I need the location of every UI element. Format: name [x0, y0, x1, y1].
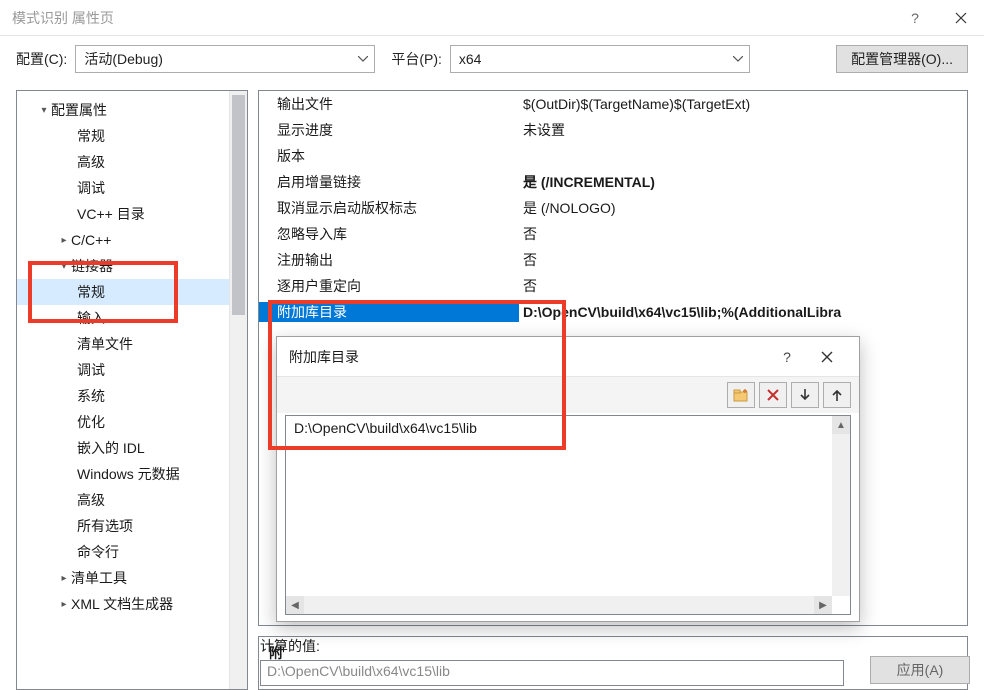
prop-row-additional-lib-dirs[interactable]: 附加库目录D:\OpenCV\build\x64\vc15\lib;%(Addi… [259, 299, 967, 325]
popup-close-button[interactable] [807, 337, 847, 377]
popup-list[interactable]: D:\OpenCV\build\x64\vc15\lib ▲ ◀ ▶ [285, 415, 851, 615]
window-title: 模式识别 属性页 [12, 8, 114, 28]
title-bar: 模式识别 属性页 ? [0, 0, 984, 36]
scroll-right-icon[interactable]: ▶ [814, 596, 832, 614]
computed-section: 计算的值: D:\OpenCV\build\x64\vc15\lib [260, 636, 844, 686]
arrow-down-icon [799, 388, 811, 402]
tree-item[interactable]: 调试 [17, 175, 229, 201]
computed-label: 计算的值: [260, 636, 844, 656]
scroll-left-icon[interactable]: ◀ [286, 596, 304, 614]
tree-scrollbar[interactable] [229, 91, 247, 689]
platform-label: 平台(P): [391, 49, 442, 69]
config-value: 活动(Debug) [84, 49, 163, 69]
popup-list-item[interactable]: D:\OpenCV\build\x64\vc15\lib [286, 416, 850, 440]
prop-row[interactable]: 版本 [259, 143, 967, 169]
additional-lib-dirs-dialog: 附加库目录 ? D:\OpenCV\build\x64\vc15\lib ▲ ◀… [276, 336, 860, 622]
popup-title: 附加库目录 [289, 347, 359, 367]
config-combo[interactable]: 活动(Debug) [75, 45, 375, 73]
new-folder-button[interactable] [727, 382, 755, 408]
prop-row[interactable]: 逐用户重定向否 [259, 273, 967, 299]
computed-value: D:\OpenCV\build\x64\vc15\lib [260, 660, 844, 686]
config-toolbar: 配置(C): 活动(Debug) 平台(P): x64 配置管理器(O)... [0, 36, 984, 82]
popup-toolbar [277, 377, 859, 413]
chevron-down-icon [733, 56, 743, 62]
tree-item[interactable]: 常规 [17, 123, 229, 149]
tree-xml-gen[interactable]: ▸XML 文档生成器 [17, 591, 229, 617]
help-button[interactable]: ? [892, 0, 938, 36]
tree-manifest-tool[interactable]: ▸清单工具 [17, 565, 229, 591]
arrow-up-icon [831, 388, 843, 402]
popup-vscroll[interactable]: ▲ [832, 416, 850, 596]
tree-linker-item[interactable]: 调试 [17, 357, 229, 383]
tree-linker-general[interactable]: 常规 [17, 279, 229, 305]
apply-button[interactable]: 应用(A) [870, 656, 970, 684]
move-down-button[interactable] [791, 382, 819, 408]
prop-row[interactable]: 启用增量链接是 (/INCREMENTAL) [259, 169, 967, 195]
prop-row[interactable]: 显示进度未设置 [259, 117, 967, 143]
tree-linker-item[interactable]: 命令行 [17, 539, 229, 565]
tree-item[interactable]: VC++ 目录 [17, 201, 229, 227]
tree-linker-item[interactable]: 优化 [17, 409, 229, 435]
tree-linker-item[interactable]: 所有选项 [17, 513, 229, 539]
prop-row[interactable]: 注册输出否 [259, 247, 967, 273]
tree-linker-item[interactable]: 嵌入的 IDL [17, 435, 229, 461]
config-manager-button[interactable]: 配置管理器(O)... [836, 45, 968, 73]
prop-row[interactable]: 取消显示启动版权标志是 (/NOLOGO) [259, 195, 967, 221]
popup-hscroll[interactable]: ◀ ▶ [286, 596, 832, 614]
folder-icon [733, 388, 749, 402]
config-label: 配置(C): [16, 49, 67, 69]
tree-linker[interactable]: ▾链接器 [17, 253, 229, 279]
tree-linker-item[interactable]: 高级 [17, 487, 229, 513]
platform-value: x64 [459, 51, 482, 67]
tree-item[interactable]: 高级 [17, 149, 229, 175]
prop-row[interactable]: 输出文件$(OutDir)$(TargetName)$(TargetExt) [259, 91, 967, 117]
platform-combo[interactable]: x64 [450, 45, 750, 73]
close-icon [821, 351, 833, 363]
tree-linker-item[interactable]: 输入 [17, 305, 229, 331]
delete-icon [766, 388, 780, 402]
chevron-down-icon [358, 56, 368, 62]
tree-cpp[interactable]: ▸C/C++ [17, 227, 229, 253]
move-up-button[interactable] [823, 382, 851, 408]
close-button[interactable] [938, 0, 984, 36]
popup-help-button[interactable]: ? [767, 337, 807, 377]
tree-linker-item[interactable]: Windows 元数据 [17, 461, 229, 487]
prop-row[interactable]: 忽略导入库否 [259, 221, 967, 247]
scroll-up-icon[interactable]: ▲ [832, 416, 850, 434]
tree-root[interactable]: ▾配置属性 [17, 97, 229, 123]
tree-linker-item[interactable]: 系统 [17, 383, 229, 409]
tree-panel: ▾配置属性 常规 高级 调试 VC++ 目录 ▸C/C++ ▾链接器 常规 输入… [16, 90, 248, 690]
tree-scroll-thumb[interactable] [232, 95, 245, 315]
tree-linker-item[interactable]: 清单文件 [17, 331, 229, 357]
delete-button[interactable] [759, 382, 787, 408]
close-icon [955, 12, 967, 24]
config-manager-label: 配置管理器(O)... [851, 49, 953, 69]
